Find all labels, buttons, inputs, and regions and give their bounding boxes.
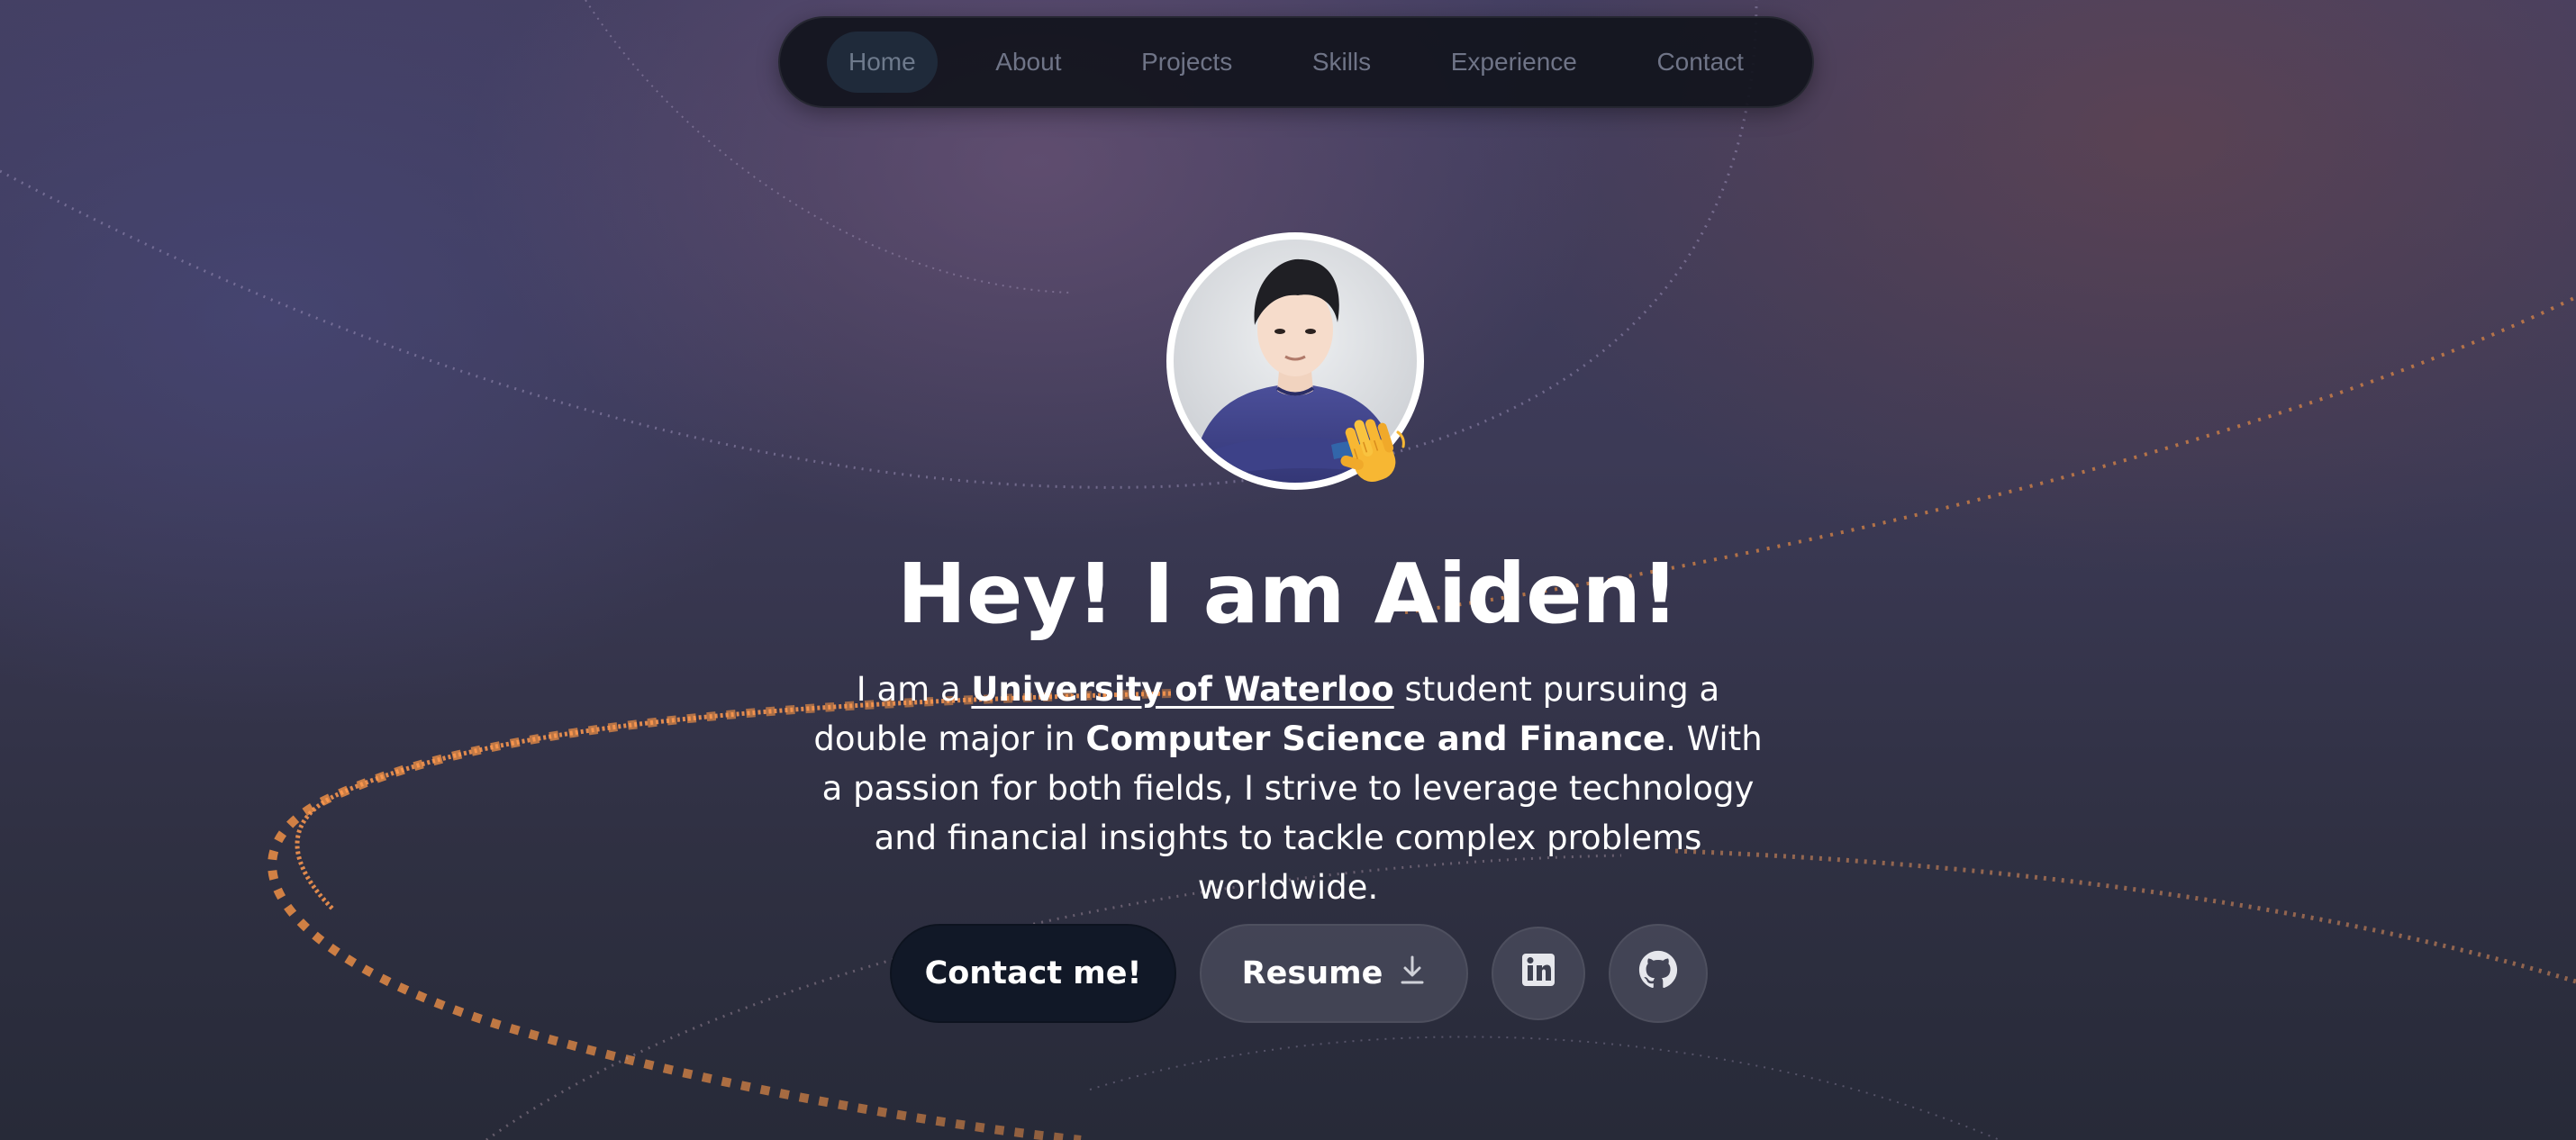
intro-majors: Computer Science and Finance (1085, 719, 1666, 758)
nav-item-skills[interactable]: Skills (1291, 32, 1392, 93)
download-icon (1399, 955, 1426, 993)
nav-item-experience[interactable]: Experience (1429, 32, 1599, 93)
contact-me-button[interactable]: Contact me! (890, 924, 1176, 1023)
university-link[interactable]: University of Waterloo (971, 670, 1393, 709)
resume-button[interactable]: Resume (1200, 924, 1468, 1023)
hero-actions: Contact me! Resume (890, 924, 1708, 1023)
linkedin-button[interactable] (1492, 927, 1585, 1020)
github-icon (1638, 950, 1678, 998)
nav-item-about[interactable]: About (974, 32, 1083, 93)
resume-label: Resume (1241, 955, 1383, 991)
nav-item-projects[interactable]: Projects (1120, 32, 1254, 93)
nav-item-home[interactable]: Home (827, 32, 938, 93)
top-navigation: Home About Projects Skills Experience Co… (778, 16, 1814, 108)
linkedin-icon (1521, 953, 1556, 995)
contact-me-label: Contact me! (924, 955, 1142, 991)
waving-hand-icon (1335, 414, 1412, 492)
github-button[interactable] (1609, 924, 1708, 1023)
intro-text-1: I am a (856, 670, 972, 709)
hero-intro: I am a University of Waterloo student pu… (811, 665, 1765, 912)
nav-item-contact[interactable]: Contact (1635, 32, 1765, 93)
hero-title: Hey! I am Aiden! (896, 546, 1680, 642)
